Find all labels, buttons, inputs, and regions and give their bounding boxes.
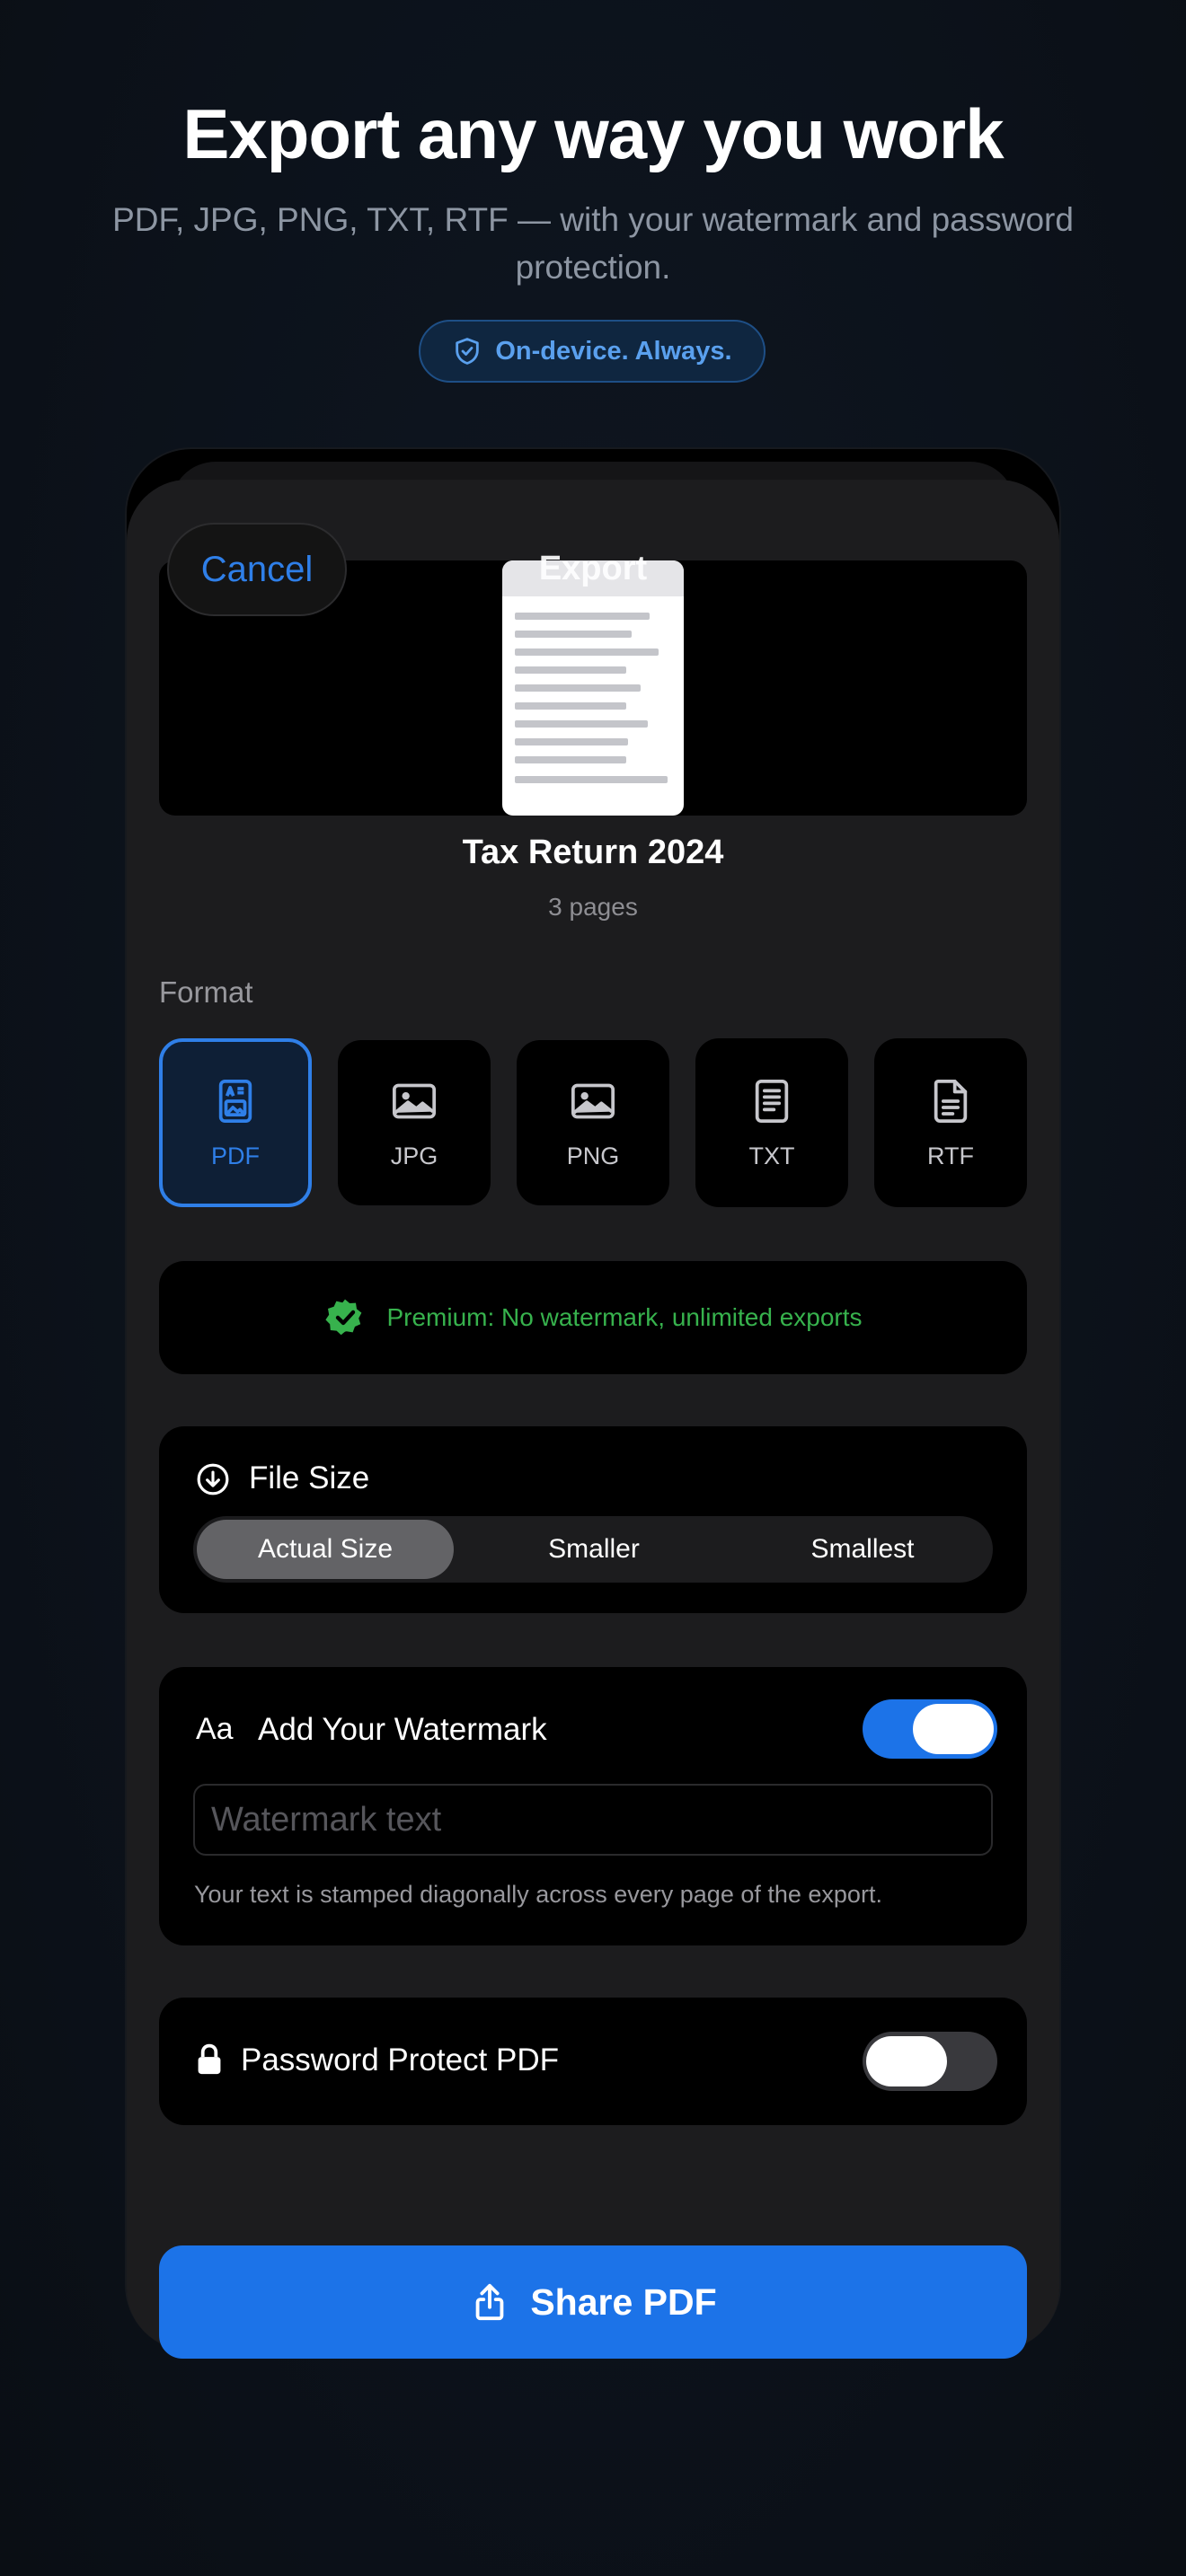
share-button-label: Share PDF <box>530 2280 717 2323</box>
hero-title: Export any way you work <box>182 94 1004 173</box>
file-size-option-actual[interactable]: Actual Size <box>197 1520 454 1579</box>
format-option-label: PDF <box>211 1142 260 1169</box>
watermark-toggle[interactable] <box>863 1699 997 1759</box>
format-option-txt[interactable]: TXT <box>695 1038 848 1207</box>
watermark-text-input[interactable] <box>193 1784 993 1856</box>
file-size-title: File Size <box>249 1460 370 1495</box>
password-toggle[interactable] <box>863 2032 997 2091</box>
format-option-pdf[interactable]: PDF <box>159 1038 312 1207</box>
watermark-hint: Your text is stamped diagonally across e… <box>194 1881 882 1908</box>
watermark-title: Add Your Watermark <box>258 1712 547 1747</box>
sheet-title: Export <box>538 550 648 587</box>
document-page-count: 3 pages <box>548 893 638 921</box>
file-size-segmented-control[interactable]: Actual Size Smaller Smallest <box>193 1516 993 1583</box>
shield-check-icon <box>456 338 480 365</box>
format-option-label: TXT <box>748 1142 795 1169</box>
lock-icon <box>198 2043 221 2075</box>
share-icon <box>475 2283 504 2321</box>
badge-text: On-device. Always. <box>495 336 732 366</box>
download-circle-icon <box>197 1463 229 1495</box>
pdf-file-icon <box>218 1079 252 1123</box>
file-size-option-smallest[interactable]: Smallest <box>732 1516 993 1583</box>
document-thumbnail <box>502 560 684 816</box>
image-icon <box>571 1083 615 1118</box>
format-option-label: RTF <box>927 1142 974 1169</box>
format-option-rtf[interactable]: RTF <box>874 1038 1027 1207</box>
cancel-button[interactable]: Cancel <box>167 523 347 616</box>
document-icon <box>934 1079 968 1123</box>
text-file-icon <box>755 1079 789 1123</box>
text-format-icon: Aa <box>196 1712 234 1746</box>
format-label: Format <box>159 975 253 1009</box>
premium-row: Premium: No watermark, unlimited exports <box>159 1261 1027 1374</box>
verified-check-icon <box>325 1299 362 1336</box>
file-size-option-smaller[interactable]: Smaller <box>463 1516 725 1583</box>
on-device-badge: On-device. Always. <box>419 320 766 383</box>
document-name: Tax Return 2024 <box>462 834 724 871</box>
format-option-label: PNG <box>566 1142 620 1169</box>
share-button[interactable]: Share PDF <box>159 2245 1027 2359</box>
premium-text: Premium: No watermark, unlimited exports <box>386 1303 863 1331</box>
format-option-jpg[interactable]: JPG <box>338 1040 491 1205</box>
format-option-label: JPG <box>390 1142 438 1169</box>
image-icon <box>392 1083 437 1118</box>
password-title: Password Protect PDF <box>241 2042 559 2078</box>
format-option-png[interactable]: PNG <box>517 1040 669 1205</box>
hero-subtitle: PDF, JPG, PNG, TXT, RTF — with your wate… <box>112 201 1074 286</box>
